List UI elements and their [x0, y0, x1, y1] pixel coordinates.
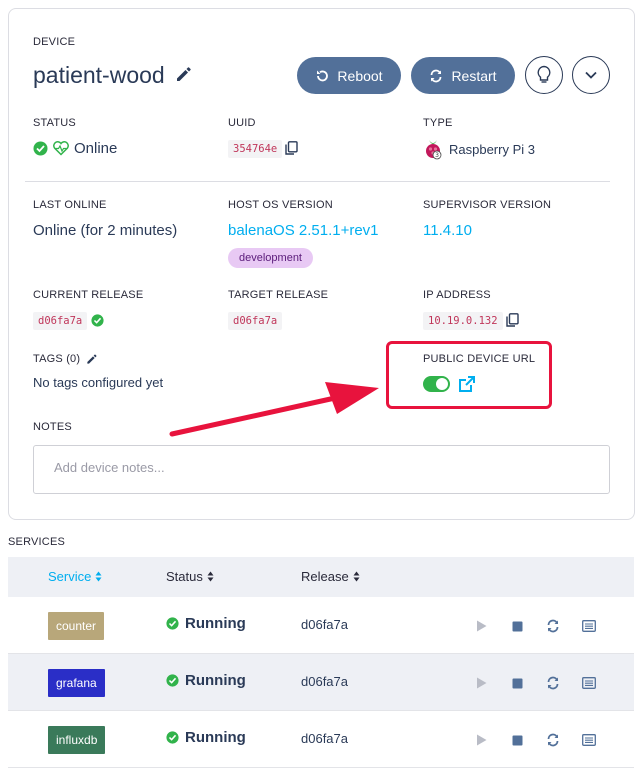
ip-address-value: 10.19.0.132 — [423, 312, 503, 330]
supervisor-value[interactable]: 11.4.10 — [423, 222, 472, 239]
target-release-label: TARGET RELEASE — [228, 289, 329, 301]
restart-service-icon[interactable] — [535, 617, 571, 635]
notes-label: NOTES — [33, 421, 72, 433]
logs-icon[interactable] — [571, 674, 607, 692]
device-name: patient-wood — [33, 62, 165, 88]
service-release: d06fa7a — [301, 674, 348, 689]
last-online-label: LAST ONLINE — [33, 199, 107, 211]
column-status[interactable]: Status — [166, 569, 214, 584]
service-actions — [463, 731, 607, 749]
restart-label: Restart — [451, 67, 497, 84]
start-service-icon[interactable] — [463, 617, 499, 635]
service-status-text: Running — [185, 615, 246, 632]
status-label: STATUS — [33, 117, 76, 129]
edit-name-icon[interactable] — [175, 62, 193, 89]
reboot-button[interactable]: Reboot — [297, 57, 401, 94]
last-online-value: Online (for 2 minutes) — [33, 222, 178, 239]
service-name-badge[interactable]: influxdb — [48, 726, 106, 754]
svg-text:3: 3 — [435, 152, 439, 159]
type-text: Raspberry Pi 3 — [449, 141, 535, 157]
stop-service-icon[interactable] — [499, 617, 535, 635]
uuid-value: 354764e — [228, 140, 283, 158]
more-actions-button[interactable] — [572, 56, 610, 94]
uuid-label: UUID — [228, 117, 256, 129]
check-circle-icon — [166, 617, 179, 630]
edit-tags-icon[interactable] — [86, 353, 98, 365]
supervisor-label: SUPERVISOR VERSION — [423, 199, 552, 211]
device-title: patient-wood — [33, 62, 193, 89]
service-status: Running — [166, 615, 246, 632]
current-release-label: CURRENT RELEASE — [33, 289, 144, 301]
check-circle-icon — [166, 731, 179, 744]
target-release-value[interactable]: d06fa7a — [228, 312, 283, 330]
check-circle-icon — [33, 141, 48, 156]
chevron-down-icon — [585, 71, 597, 79]
column-release[interactable]: Release — [301, 569, 360, 584]
lightbulb-icon — [537, 65, 551, 83]
service-row: influxdb Running d06fa7a — [8, 711, 634, 768]
start-service-icon[interactable] — [463, 674, 499, 692]
development-badge: development — [228, 248, 313, 268]
heartbeat-icon — [53, 141, 69, 156]
identify-button[interactable] — [525, 56, 563, 94]
service-name-badge[interactable]: grafana — [48, 669, 105, 697]
restart-service-icon[interactable] — [535, 731, 571, 749]
copy-ip-icon[interactable] — [506, 313, 519, 332]
host-os-label: HOST OS VERSION — [228, 199, 333, 211]
sort-icon — [353, 571, 360, 582]
reboot-icon — [317, 70, 329, 81]
type-value: 3 Raspberry Pi 3 — [423, 138, 535, 160]
service-status: Running — [166, 729, 246, 746]
service-status-text: Running — [185, 729, 246, 746]
annotation-arrow — [169, 382, 379, 437]
reboot-label: Reboot — [337, 67, 383, 84]
start-service-icon[interactable] — [463, 731, 499, 749]
tags-empty-text: No tags configured yet — [33, 375, 164, 390]
sort-icon — [207, 571, 214, 582]
service-release: d06fa7a — [301, 617, 348, 632]
row-divider — [8, 767, 634, 768]
device-section-label: DEVICE — [33, 36, 76, 48]
restart-button[interactable]: Restart — [411, 57, 515, 94]
stop-service-icon[interactable] — [499, 731, 535, 749]
raspberry-pi-icon: 3 — [426, 140, 442, 160]
release-check-icon — [91, 314, 104, 332]
public-url-highlight — [386, 341, 552, 409]
status-value: Online — [33, 140, 117, 157]
check-circle-icon — [166, 674, 179, 687]
service-name-badge[interactable]: counter — [48, 612, 105, 640]
tags-label: TAGS (0) — [33, 353, 81, 365]
restart-icon — [431, 69, 442, 82]
current-release-value[interactable]: d06fa7a — [33, 312, 88, 330]
service-actions — [463, 674, 607, 692]
service-actions — [463, 617, 607, 635]
tags-header: TAGS (0) — [33, 353, 98, 365]
service-row: counter Running d06fa7a — [8, 597, 634, 654]
column-service[interactable]: Service — [48, 569, 102, 584]
type-label: TYPE — [423, 117, 453, 129]
service-release: d06fa7a — [301, 731, 348, 746]
logs-icon[interactable] — [571, 617, 607, 635]
services-label: SERVICES — [8, 536, 66, 548]
service-status-text: Running — [185, 672, 246, 689]
restart-service-icon[interactable] — [535, 674, 571, 692]
notes-textarea[interactable]: Add device notes... — [33, 445, 610, 494]
divider — [25, 181, 610, 182]
service-row: grafana Running d06fa7a — [8, 654, 634, 711]
status-text: Online — [74, 140, 118, 157]
logs-icon[interactable] — [571, 731, 607, 749]
host-os-value[interactable]: balenaOS 2.51.1+rev1 — [228, 222, 379, 239]
ip-address-label: IP ADDRESS — [423, 289, 491, 301]
service-status: Running — [166, 672, 246, 689]
services-table-header: Service Status Release — [8, 557, 634, 597]
sort-icon — [95, 571, 102, 582]
stop-service-icon[interactable] — [499, 674, 535, 692]
copy-uuid-icon[interactable] — [285, 141, 298, 160]
